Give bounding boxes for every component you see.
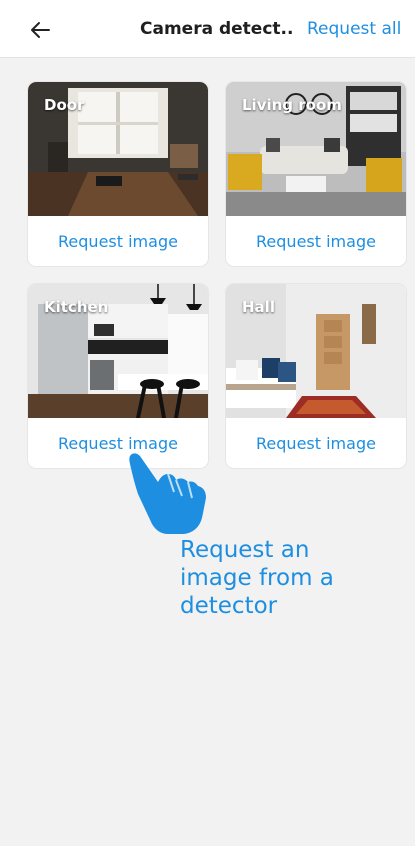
- arrow-left-icon: [31, 22, 50, 38]
- back-button[interactable]: [24, 16, 56, 44]
- hint-text: Request an image from a detector: [180, 537, 334, 619]
- camera-card-living-room: Living room Request image: [226, 82, 406, 266]
- kitchen-camera-thumbnail[interactable]: Kitchen: [28, 284, 208, 418]
- camera-name: Living room: [242, 96, 342, 114]
- camera-card-door: Door Request image: [28, 82, 208, 266]
- camera-name: Hall: [242, 298, 275, 316]
- top-app-bar: Camera detect... Request all: [0, 0, 415, 58]
- living-room-camera-thumbnail[interactable]: Living room: [226, 82, 406, 216]
- page-title: Camera detect...: [140, 19, 293, 39]
- request-image-button[interactable]: Request image: [226, 216, 406, 266]
- hall-camera-thumbnail[interactable]: Hall: [226, 284, 406, 418]
- camera-card-kitchen: Kitchen Request image: [28, 284, 208, 468]
- camera-name: Kitchen: [44, 298, 109, 316]
- camera-name: Door: [44, 96, 85, 114]
- door-camera-thumbnail[interactable]: Door: [28, 82, 208, 216]
- request-all-button[interactable]: Request all: [307, 19, 401, 39]
- camera-card-hall: Hall Request image: [226, 284, 406, 468]
- request-image-button[interactable]: Request image: [28, 216, 208, 266]
- pointing-hand-icon: [129, 453, 206, 534]
- request-image-button[interactable]: Request image: [226, 418, 406, 468]
